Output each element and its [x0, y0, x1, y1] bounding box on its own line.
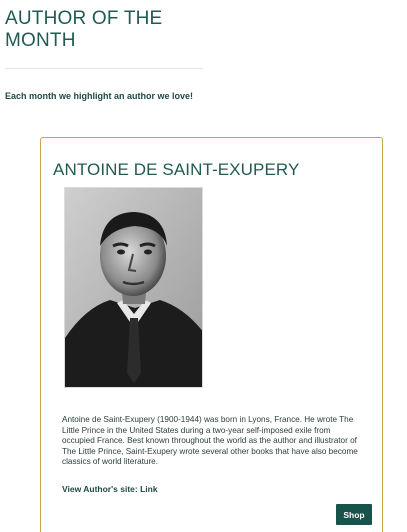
author-site-label: View Author's site:: [62, 484, 141, 494]
portrait-image: [65, 188, 202, 387]
author-of-month-page: AUTHOR OF THE MONTH Each month we highli…: [0, 0, 407, 532]
author-portrait: [64, 187, 203, 388]
author-card: ANTOINE DE SAINT-EXUPERY Antoine de Sain…: [40, 137, 383, 532]
author-site-line: View Author's site: Link: [62, 484, 158, 494]
author-bio: Antoine de Saint-Exupery (1900-1944) was…: [62, 415, 358, 466]
title-divider: [5, 68, 203, 69]
shop-button[interactable]: Shop: [336, 504, 372, 525]
intro-text: Each month we highlight an author we lov…: [5, 91, 194, 101]
page-title: AUTHOR OF THE MONTH: [5, 8, 163, 51]
author-name: ANTOINE DE SAINT-EXUPERY: [53, 160, 300, 179]
author-site-link[interactable]: Link: [140, 484, 157, 494]
